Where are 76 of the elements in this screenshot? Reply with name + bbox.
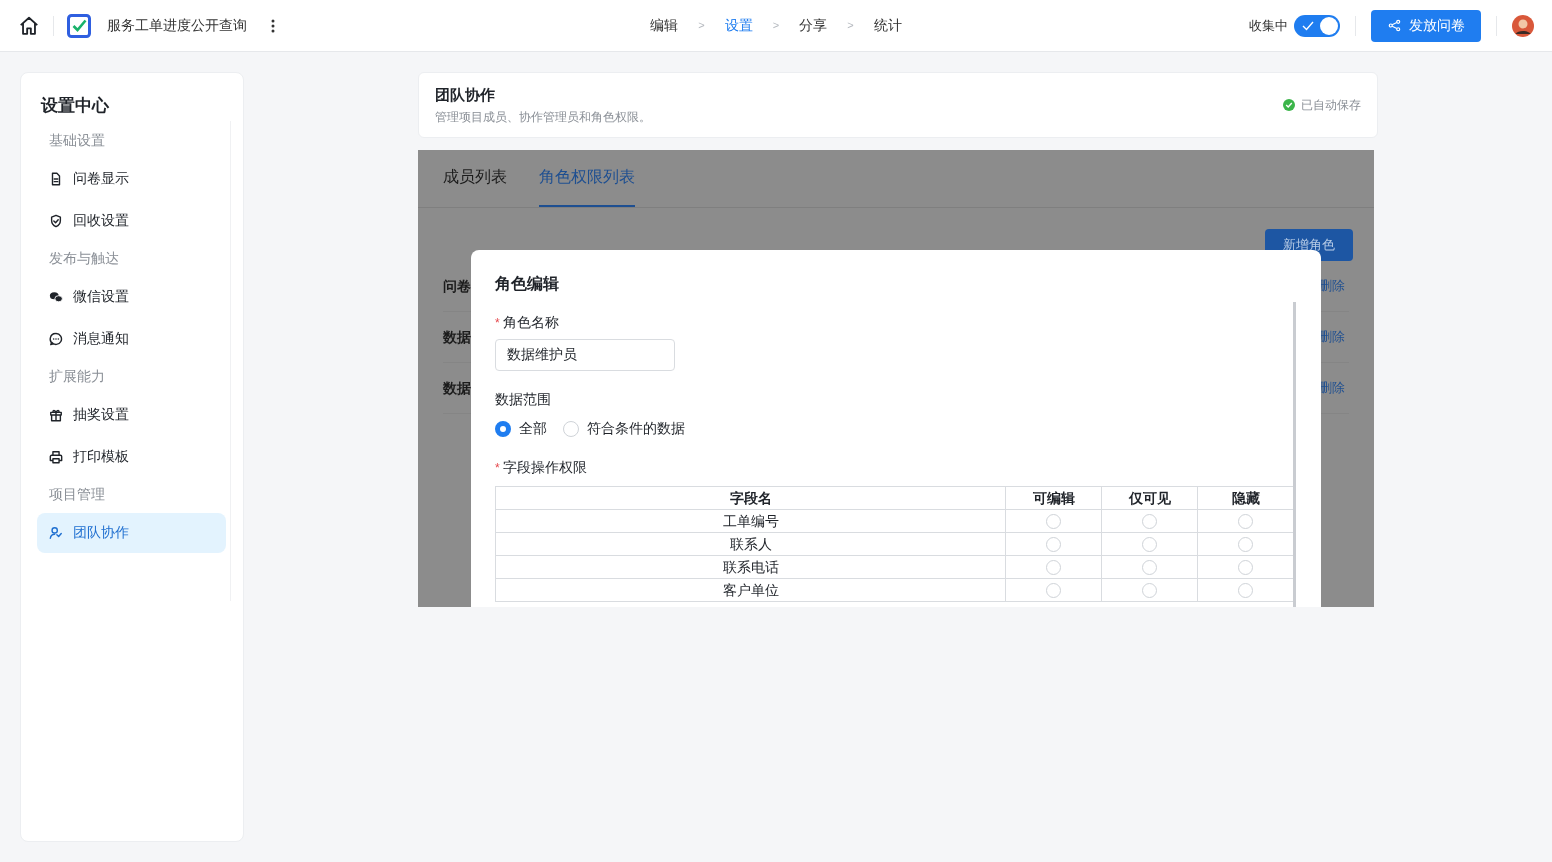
radio-button[interactable] xyxy=(495,420,511,437)
role-name-input[interactable]: 数据维护员 xyxy=(495,339,675,371)
section-title: 团队协作 xyxy=(435,84,496,105)
required-mark: * xyxy=(495,314,500,332)
step-tab[interactable]: 分享 xyxy=(799,15,828,36)
sidebar-item[interactable]: 问卷显示 xyxy=(37,158,226,199)
collecting-label: 收集中 xyxy=(1249,16,1288,35)
radio-button[interactable] xyxy=(1238,559,1253,575)
field-label: 字段操作权限 xyxy=(502,458,587,477)
gift-icon xyxy=(49,407,63,422)
column-header: 字段名 xyxy=(495,486,1006,510)
sidebar-group-label: 扩展能力 xyxy=(48,367,106,386)
radio-button[interactable] xyxy=(1142,536,1157,552)
column-header: 可编辑 xyxy=(1005,486,1102,510)
radio-label: 符合条件的数据 xyxy=(587,419,685,438)
chat-bubbles-icon xyxy=(49,289,63,304)
sidebar-item[interactable]: 打印模板 xyxy=(37,436,226,477)
publish-button[interactable]: 发放问卷 xyxy=(1371,9,1481,42)
radio-button[interactable] xyxy=(1238,582,1253,598)
radio-button[interactable] xyxy=(1238,513,1253,529)
sidebar-group-label: 发布与触达 xyxy=(48,249,120,268)
table-cell: 客户单位 xyxy=(495,578,1006,602)
step-tab[interactable]: 设置 xyxy=(724,15,753,36)
message-icon xyxy=(49,331,63,346)
radio-label: 全部 xyxy=(519,419,547,438)
sidebar-item[interactable]: 消息通知 xyxy=(37,318,226,359)
role-name: 数据 xyxy=(443,378,471,398)
check-circle-icon xyxy=(1283,99,1295,111)
table-cell: 联系电话 xyxy=(495,555,1006,579)
field-label: 数据范围 xyxy=(495,390,552,409)
scrollbar[interactable] xyxy=(1293,302,1296,607)
avatar[interactable] xyxy=(1512,14,1534,37)
team-icon xyxy=(49,525,63,540)
sidebar-group-label: 项目管理 xyxy=(48,485,106,504)
sidebar-item[interactable]: 抽奖设置 xyxy=(37,394,226,435)
section-subtitle: 管理项目成员、协作管理员和角色权限。 xyxy=(435,109,651,127)
step-tab[interactable]: 编辑 xyxy=(650,15,679,36)
radio-button[interactable] xyxy=(1142,559,1157,575)
sidebar-group-label: 基础设置 xyxy=(48,131,106,150)
table-cell: 联系人 xyxy=(495,532,1006,556)
radio-button[interactable] xyxy=(1046,513,1061,529)
column-header: 仅可见 xyxy=(1101,486,1198,510)
table-cell: 工单编号 xyxy=(495,509,1006,533)
checkbox-logo-icon xyxy=(67,13,91,38)
panel-tab[interactable]: 成员列表 xyxy=(443,150,507,207)
radio-button[interactable] xyxy=(1238,536,1253,552)
check-icon xyxy=(1302,20,1314,31)
field-label: 角色名称 xyxy=(502,313,559,332)
step-separator: > xyxy=(698,18,705,34)
step-separator: > xyxy=(847,18,854,34)
sidebar-title: 设置中心 xyxy=(41,95,110,117)
step-separator: > xyxy=(772,18,780,34)
document-icon xyxy=(49,171,63,186)
printer-icon xyxy=(49,449,63,464)
step-tab[interactable]: 统计 xyxy=(873,15,902,36)
autosave-status: 已自动保存 xyxy=(1301,97,1361,114)
radio-button[interactable] xyxy=(1046,582,1061,598)
radio-button[interactable] xyxy=(1046,559,1061,575)
home-icon[interactable] xyxy=(18,14,40,37)
collecting-toggle[interactable] xyxy=(1294,14,1340,37)
sidebar-item[interactable]: 微信设置 xyxy=(37,276,226,317)
dialog-title: 角色编辑 xyxy=(495,274,560,294)
sidebar-item[interactable]: 回收设置 xyxy=(37,200,226,241)
sidebar-item[interactable]: 团队协作 xyxy=(37,512,226,553)
radio-button[interactable] xyxy=(1046,536,1061,552)
more-icon[interactable] xyxy=(271,18,275,33)
radio-button[interactable] xyxy=(1142,582,1157,598)
required-mark: * xyxy=(495,459,500,477)
role-name: 问卷 xyxy=(443,276,471,296)
column-header: 隐藏 xyxy=(1197,486,1294,510)
share-icon xyxy=(1387,19,1401,32)
radio-button[interactable] xyxy=(1142,513,1157,529)
shield-icon xyxy=(49,213,63,228)
radio-button[interactable] xyxy=(563,420,579,437)
role-name: 数据 xyxy=(443,327,471,347)
survey-title: 服务工单进度公开查询 xyxy=(107,16,247,35)
